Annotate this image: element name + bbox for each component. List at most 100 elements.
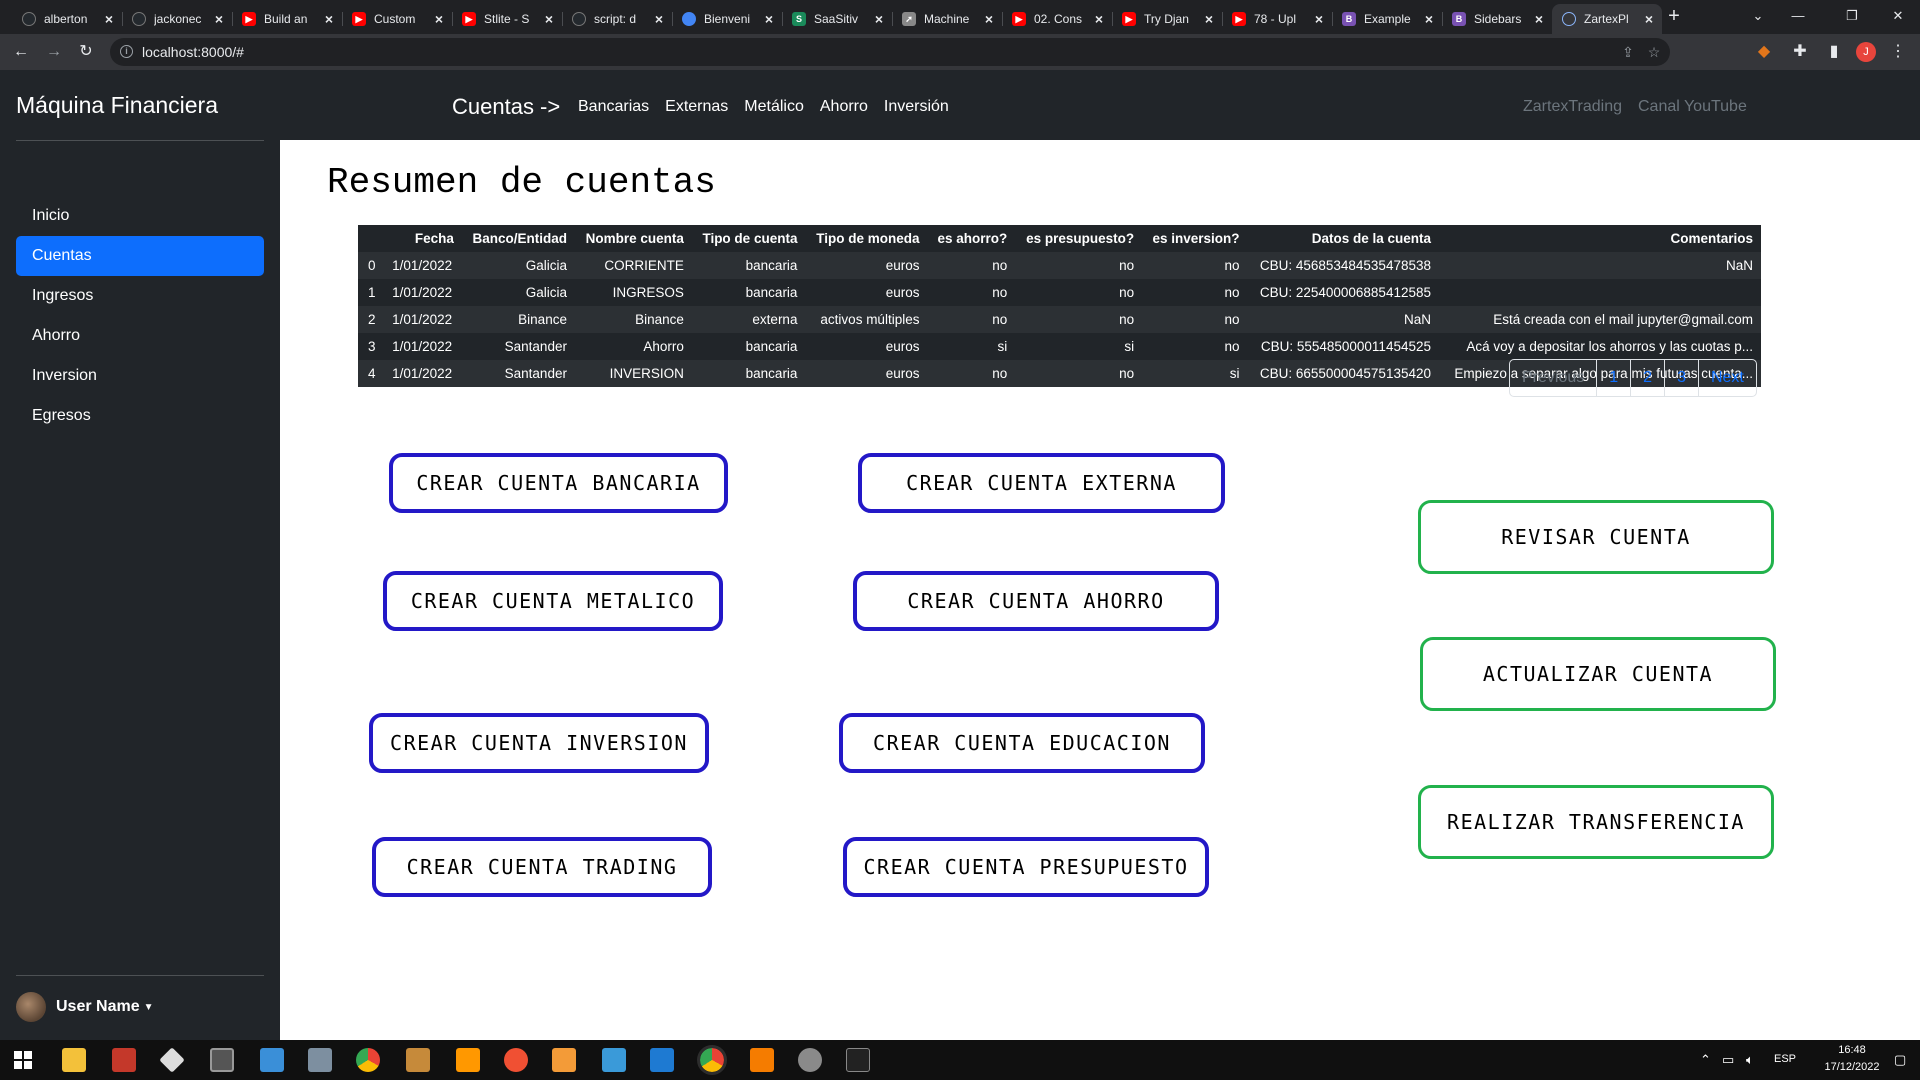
package-icon[interactable] — [406, 1048, 430, 1072]
browser-tab[interactable]: ▶ Build an × — [232, 4, 342, 34]
notepad-icon[interactable] — [260, 1048, 284, 1072]
sublime-text-icon[interactable] — [456, 1048, 480, 1072]
app-icon[interactable] — [798, 1048, 822, 1072]
crear-cuenta-presupuesto-button[interactable]: CREAR CUENTA PRESUPUESTO — [843, 837, 1209, 897]
sidebar-item-inversion[interactable]: Inversion — [16, 356, 264, 396]
clock-date[interactable]: 17/12/2022 — [1822, 1061, 1882, 1073]
pagination-page-3[interactable]: 3 — [1664, 360, 1698, 396]
terminal-icon[interactable] — [846, 1048, 870, 1072]
new-tab-button[interactable]: + — [1662, 5, 1686, 29]
file-explorer-icon[interactable] — [62, 1048, 86, 1072]
language-indicator[interactable]: ESP — [1774, 1053, 1796, 1065]
calculator-icon[interactable] — [308, 1048, 332, 1072]
nav-link-inversion[interactable]: Inversión — [884, 98, 949, 116]
close-tab-icon[interactable]: × — [982, 11, 996, 27]
vscode-icon[interactable] — [650, 1048, 674, 1072]
browser-tab[interactable]: B Sidebars × — [1442, 4, 1552, 34]
address-bar[interactable]: i localhost:8000/# ⇪ ☆ — [110, 38, 1670, 66]
browser-tab[interactable]: ▶ 78 - Upl × — [1222, 4, 1332, 34]
nav-link-bancarias[interactable]: Bancarias — [578, 98, 649, 116]
info-icon[interactable]: i — [120, 45, 133, 58]
browser-tab[interactable]: ➚ Machine × — [892, 4, 1002, 34]
minimize-button[interactable]: — — [1778, 4, 1818, 28]
sidebar-item-inicio[interactable]: Inicio — [16, 196, 264, 236]
crear-cuenta-educacion-button[interactable]: CREAR CUENTA EDUCACION — [839, 713, 1205, 773]
chevron-up-icon[interactable]: ⌃ — [1700, 1052, 1711, 1068]
browser-tab[interactable]: ▶ 02. Cons × — [1002, 4, 1112, 34]
actualizar-cuenta-button[interactable]: ACTUALIZAR CUENTA — [1420, 637, 1776, 711]
close-tab-icon[interactable]: × — [1312, 11, 1326, 27]
pagination-previous[interactable]: Previous — [1510, 360, 1596, 396]
share-icon[interactable]: ⇪ — [1618, 42, 1638, 62]
sidebar-item-ahorro[interactable]: Ahorro — [16, 316, 264, 356]
nav-link-externas[interactable]: Externas — [665, 98, 728, 116]
app-icon[interactable] — [750, 1048, 774, 1072]
tab-search-icon[interactable]: ⌄ — [1738, 4, 1778, 28]
terminal-window-icon[interactable] — [210, 1048, 234, 1072]
link-zartextrading[interactable]: ZartexTrading — [1523, 98, 1622, 116]
sidebar-item-ingresos[interactable]: Ingresos — [16, 276, 264, 316]
crear-cuenta-bancaria-button[interactable]: CREAR CUENTA BANCARIA — [389, 453, 728, 513]
crear-cuenta-externa-button[interactable]: CREAR CUENTA EXTERNA — [858, 453, 1225, 513]
notifications-icon[interactable]: ▢ — [1894, 1052, 1906, 1068]
browser-tab[interactable]: ▶ Try Djan × — [1112, 4, 1222, 34]
close-tab-icon[interactable]: × — [652, 11, 666, 27]
windows-start-icon[interactable] — [14, 1051, 32, 1069]
close-tab-icon[interactable]: × — [1422, 11, 1436, 27]
browser-tab[interactable]: ▶ Stlite - S × — [452, 4, 562, 34]
crear-cuenta-metalico-button[interactable]: CREAR CUENTA METALICO — [383, 571, 723, 631]
close-tab-icon[interactable]: × — [1202, 11, 1216, 27]
url-text[interactable]: localhost:8000/# — [142, 44, 244, 60]
menu-kebab-icon[interactable]: ⋮ — [1886, 40, 1910, 64]
close-tab-icon[interactable]: × — [1092, 11, 1106, 27]
revisar-cuenta-button[interactable]: REVISAR CUENTA — [1418, 500, 1774, 574]
git-icon[interactable] — [159, 1047, 185, 1073]
close-tab-icon[interactable]: × — [542, 11, 556, 27]
clock-time[interactable]: 16:48 — [1822, 1044, 1882, 1056]
close-tab-icon[interactable]: × — [102, 11, 116, 27]
chrome-icon[interactable] — [356, 1048, 380, 1072]
nav-link-ahorro[interactable]: Ahorro — [820, 98, 868, 116]
crear-cuenta-trading-button[interactable]: CREAR CUENTA TRADING — [372, 837, 712, 897]
brand-title[interactable]: Máquina Financiera — [16, 92, 218, 119]
app-icon[interactable] — [504, 1048, 528, 1072]
chrome-icon[interactable] — [697, 1045, 727, 1075]
extensions-puzzle-icon[interactable]: ✚ — [1788, 40, 1812, 64]
app-icon[interactable] — [602, 1048, 626, 1072]
user-dropdown[interactable]: User Name ▼ — [16, 992, 154, 1022]
metamask-fox-icon[interactable]: ◆ — [1752, 40, 1776, 64]
volume-icon[interactable]: 🔈︎ — [1746, 1052, 1754, 1068]
close-tab-icon[interactable]: × — [432, 11, 446, 27]
close-tab-icon[interactable]: × — [322, 11, 336, 27]
close-tab-icon[interactable]: × — [212, 11, 226, 27]
crear-cuenta-inversion-button[interactable]: CREAR CUENTA INVERSION — [369, 713, 709, 773]
close-window-button[interactable]: ✕ — [1878, 4, 1918, 28]
back-button[interactable]: ← — [9, 40, 33, 64]
browser-tab[interactable]: S SaaSitiv × — [782, 4, 892, 34]
network-icon[interactable]: ▭ — [1722, 1052, 1734, 1068]
nav-link-metalico[interactable]: Metálico — [744, 98, 804, 116]
pagination-next[interactable]: Next — [1697, 360, 1756, 396]
pagination-page-1[interactable]: 1 — [1596, 360, 1630, 396]
realizar-transferencia-button[interactable]: REALIZAR TRANSFERENCIA — [1418, 785, 1774, 859]
reload-button[interactable]: ↻ — [74, 40, 98, 64]
profile-avatar[interactable]: J — [1856, 42, 1876, 62]
restore-button[interactable]: ❐ — [1832, 4, 1872, 28]
close-tab-icon[interactable]: × — [872, 11, 886, 27]
sidebar-item-cuentas[interactable]: Cuentas — [16, 236, 264, 276]
browser-tab[interactable]: ▶ Custom × — [342, 4, 452, 34]
browser-tab[interactable]: alberton × — [12, 4, 122, 34]
side-panel-icon[interactable]: ▮ — [1822, 40, 1846, 64]
forward-button[interactable]: → — [42, 40, 66, 64]
pagination-page-2[interactable]: 2 — [1630, 360, 1664, 396]
browser-tab[interactable]: jackonec × — [122, 4, 232, 34]
link-canal-youtube[interactable]: Canal YouTube — [1638, 98, 1747, 116]
browser-tab-active[interactable]: ZartexPl × — [1552, 4, 1662, 34]
browser-tab[interactable]: Bienveni × — [672, 4, 782, 34]
close-tab-icon[interactable]: × — [1532, 11, 1546, 27]
bookmark-star-icon[interactable]: ☆ — [1644, 42, 1664, 62]
app-icon[interactable] — [112, 1048, 136, 1072]
sidebar-item-egresos[interactable]: Egresos — [16, 396, 264, 436]
close-tab-icon[interactable]: × — [762, 11, 776, 27]
crear-cuenta-ahorro-button[interactable]: CREAR CUENTA AHORRO — [853, 571, 1219, 631]
